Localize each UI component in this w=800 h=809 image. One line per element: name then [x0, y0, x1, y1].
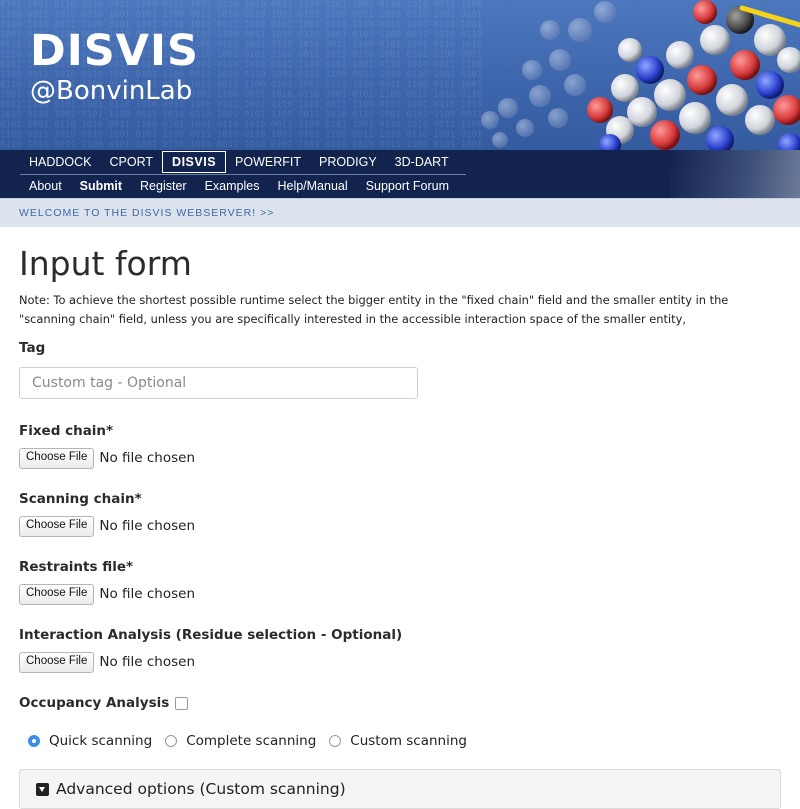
advanced-options-toggle[interactable]: Advanced options (Custom scanning) — [19, 769, 781, 809]
nav-highlight — [670, 150, 800, 198]
caret-square-down-icon — [36, 782, 49, 796]
subnav-register[interactable]: Register — [131, 176, 196, 196]
fixed-chain-file-status: No file chosen — [99, 450, 196, 466]
interaction-analysis-choose-file-button[interactable]: Choose File — [19, 651, 95, 673]
custom-scanning-radio[interactable] — [329, 735, 342, 747]
restraints-choose-file-button[interactable]: Choose File — [19, 583, 95, 605]
scanning-chain-file-status: No file chosen — [99, 518, 196, 534]
subnav-about[interactable]: About — [20, 176, 71, 196]
complete-scanning-label[interactable]: Complete scanning — [186, 733, 316, 749]
primary-nav: HADDOCK CPORT DISVIS POWERFIT PRODIGY 3D… — [20, 150, 458, 174]
interaction-analysis-label: Interaction Analysis (Residue selection … — [19, 627, 403, 643]
occupancy-analysis-row: Occupancy Analysis — [19, 694, 781, 712]
main-navigation: HADDOCK CPORT DISVIS POWERFIT PRODIGY 3D… — [0, 150, 800, 198]
subnav-submit[interactable]: Submit — [71, 176, 131, 196]
nav-haddock[interactable]: HADDOCK — [20, 152, 101, 172]
scanning-chain-choose-file-button[interactable]: Choose File — [19, 515, 95, 537]
site-logo-subtitle: @BonvinLab — [30, 76, 193, 106]
page-title: Input form — [19, 244, 192, 283]
custom-scanning-label[interactable]: Custom scanning — [350, 733, 467, 749]
input-form: Input form Note: To achieve the shortest… — [0, 245, 800, 809]
nav-3d-dart[interactable]: 3D-DART — [386, 152, 458, 172]
interaction-analysis-file-status: No file chosen — [99, 654, 196, 670]
occupancy-analysis-label: Occupancy Analysis — [19, 695, 170, 711]
nav-prodigy[interactable]: PRODIGY — [310, 152, 386, 172]
restraints-file-label: Restraints file* — [19, 559, 134, 575]
scanning-mode-options: Quick scanning Complete scanning Custom … — [28, 731, 781, 751]
nav-powerfit[interactable]: POWERFIT — [226, 152, 310, 172]
quick-scanning-radio[interactable] — [28, 735, 40, 747]
scanning-chain-label: Scanning chain* — [19, 491, 142, 507]
protein-molecule-image — [481, 0, 800, 150]
fixed-chain-field: Fixed chain* Choose File No file chosen — [19, 422, 781, 469]
fixed-chain-choose-file-button[interactable]: Choose File — [19, 447, 95, 469]
advanced-options-label: Advanced options (Custom scanning) — [56, 780, 346, 798]
nav-disvis[interactable]: DISVIS — [162, 151, 227, 173]
welcome-link[interactable]: WELCOME TO THE DISVIS WEBSERVER! >> — [0, 198, 800, 227]
interaction-analysis-field: Interaction Analysis (Residue selection … — [19, 626, 781, 673]
tag-label: Tag — [19, 340, 46, 356]
complete-scanning-radio[interactable] — [165, 735, 178, 747]
subnav-examples[interactable]: Examples — [196, 176, 269, 196]
runtime-note: Note: To achieve the shortest possible r… — [19, 293, 729, 326]
subnav-support-forum[interactable]: Support Forum — [357, 176, 458, 196]
site-logo-title[interactable]: DISVIS — [30, 26, 199, 76]
occupancy-analysis-checkbox[interactable] — [175, 696, 189, 710]
subnav-help-manual[interactable]: Help/Manual — [268, 176, 356, 196]
header-banner: 0101 1001 0110 1010 0011 1100 0101 1001 … — [0, 0, 800, 150]
secondary-nav: About Submit Register Examples Help/Manu… — [20, 174, 458, 197]
nav-cport[interactable]: CPORT — [101, 152, 163, 172]
scanning-chain-field: Scanning chain* Choose File No file chos… — [19, 490, 781, 537]
fixed-chain-label: Fixed chain* — [19, 423, 114, 439]
restraints-file-field: Restraints file* Choose File No file cho… — [19, 558, 781, 605]
restraints-file-status: No file chosen — [99, 586, 196, 602]
tag-input[interactable] — [19, 367, 418, 399]
quick-scanning-label[interactable]: Quick scanning — [49, 733, 152, 749]
